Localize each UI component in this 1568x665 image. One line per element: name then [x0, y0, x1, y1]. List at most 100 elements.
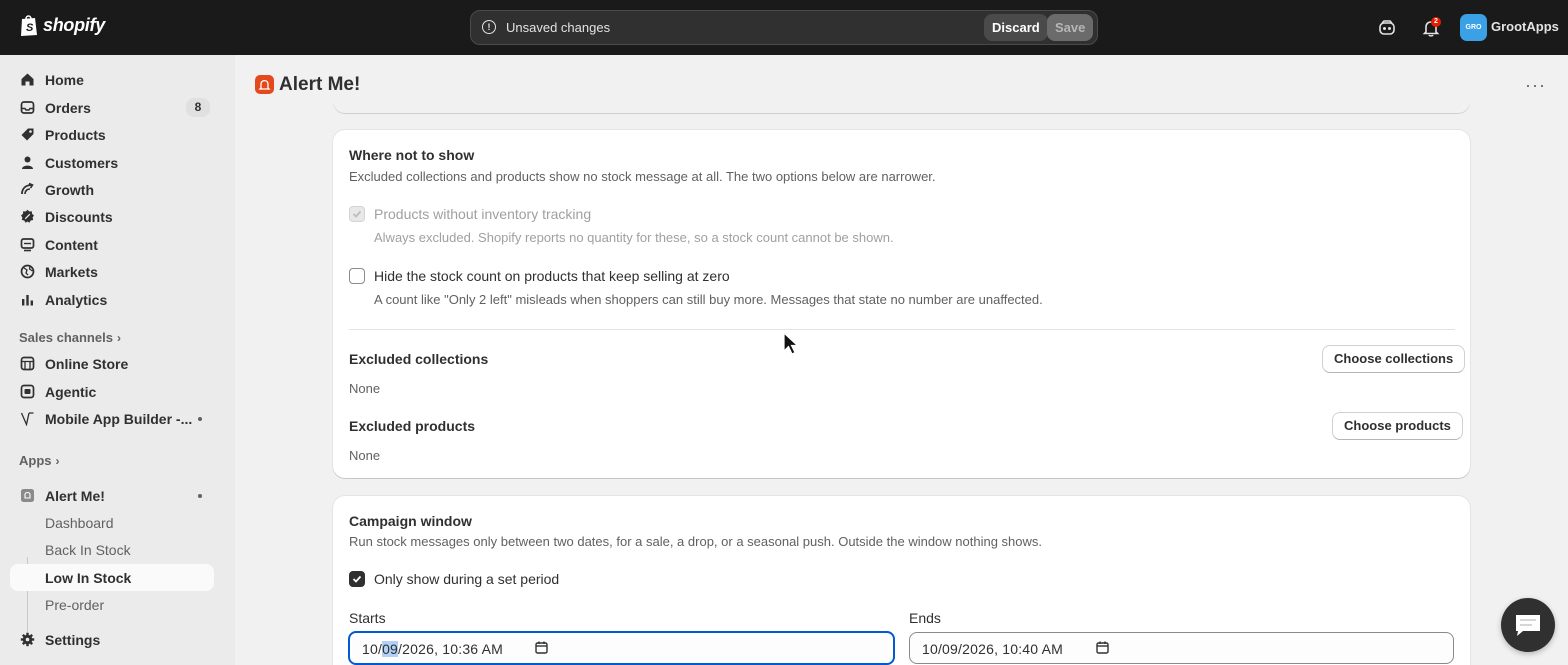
sidebar-subitem-dashboard[interactable]: Dashboard [10, 509, 214, 536]
sidebar-item-label: Growth [45, 182, 94, 198]
more-actions-button[interactable]: ··· [1525, 75, 1546, 96]
home-icon [21, 73, 34, 86]
starts-value: 10/09/2026, 10:36 AM [362, 641, 504, 657]
sidebar-item-label: Analytics [45, 292, 108, 308]
subitem-label: Dashboard [45, 515, 114, 531]
sidebar-item-label: Discounts [45, 209, 113, 225]
where-not-to-show-card: Where not to show Excluded collections a… [333, 130, 1470, 478]
subitem-label: Back In Stock [45, 542, 131, 558]
sidebar-item-growth[interactable]: Growth [10, 176, 214, 203]
starts-datetime-input[interactable]: 10/09/2026, 10:36 AM [348, 631, 895, 665]
choose-collections-button[interactable]: Choose collections [1322, 345, 1466, 373]
sidebar-item-alert-me[interactable]: Alert Me! [10, 482, 214, 509]
divider [349, 329, 1455, 330]
sidebar-item-label: Agentic [45, 384, 97, 400]
sidebar-item-label: Online Store [45, 356, 129, 372]
alert-me-app-icon [255, 75, 274, 94]
shopify-logo[interactable]: S shopify [19, 14, 105, 37]
hide-stock-count-checkbox[interactable] [349, 268, 365, 284]
sidebar-subitem-back-in-stock[interactable]: Back In Stock [10, 536, 214, 563]
excluded-products-value: None [349, 448, 381, 463]
top-bar: S shopify ! Unsaved changes Discard Save… [0, 0, 1568, 55]
page-title: Alert Me! [279, 74, 361, 95]
card-title: Campaign window [349, 513, 472, 529]
mouse-cursor-icon [783, 332, 799, 355]
globe-icon [20, 264, 35, 279]
chart-icon [22, 295, 33, 306]
sidebar-item-settings[interactable]: Settings [10, 626, 214, 653]
calendar-icon[interactable] [535, 641, 548, 654]
subitem-label: Pre-order [45, 597, 105, 610]
ends-label: Ends [909, 610, 941, 626]
sidekick-icon[interactable] [1377, 18, 1397, 38]
gear-icon [20, 632, 35, 647]
chat-icon [1516, 615, 1540, 636]
excluded-products-title: Excluded products [349, 418, 476, 434]
pin-dot [198, 494, 202, 498]
sales-channels-heading[interactable]: Sales channels › [19, 330, 121, 345]
orders-count-badge: 8 [186, 98, 210, 117]
pin-dot [198, 417, 202, 421]
sidebar-item-label: Customers [45, 155, 119, 171]
only-set-period-label[interactable]: Only show during a set period [374, 571, 559, 587]
svg-text:S: S [26, 22, 34, 34]
sidebar-item-products[interactable]: Products [10, 121, 214, 148]
sidebar-item-label: Alert Me! [45, 488, 105, 504]
only-set-period-checkbox[interactable] [349, 571, 365, 587]
apps-heading[interactable]: Apps › [19, 453, 60, 468]
hide-stock-count-label[interactable]: Hide the stock count on products that ke… [374, 268, 730, 284]
unsaved-changes-bar: ! Unsaved changes Discard Save [470, 10, 1098, 45]
excluded-collections-value: None [349, 381, 381, 396]
sidebar-subitem-pre-order[interactable]: Pre-order [10, 591, 214, 610]
subitem-label: Low In Stock [45, 570, 132, 586]
sidebar-item-label: Home [45, 72, 84, 88]
store-icon [20, 356, 35, 371]
sidebar-subitem-low-in-stock[interactable]: Low In Stock [10, 564, 214, 591]
sidebar-item-analytics[interactable]: Analytics [10, 286, 214, 313]
card-description: Excluded collections and products show n… [349, 169, 936, 184]
sidebar-item-mobile-app-builder[interactable]: Mobile App Builder -... [10, 405, 214, 432]
discount-icon [21, 209, 34, 223]
hide-stock-count-help: A count like "Only 2 left" misleads when… [374, 292, 1043, 307]
card-description: Run stock messages only between two date… [349, 534, 1043, 549]
chevron-right-icon: › [116, 330, 121, 345]
save-button[interactable]: Save [1047, 14, 1094, 41]
campaign-window-card: Campaign window Run stock messages only … [333, 496, 1470, 665]
person-icon [22, 156, 33, 169]
sidebar-item-discounts[interactable]: Discounts [10, 203, 214, 230]
chevron-right-icon: › [55, 453, 60, 468]
excluded-collections-title: Excluded collections [349, 351, 489, 367]
sidebar-item-label: Products [45, 127, 106, 143]
discard-button[interactable]: Discard [984, 14, 1048, 41]
sidebar-item-online-store[interactable]: Online Store [10, 350, 214, 377]
ends-value: 10/09/2026, 10:40 AM [922, 641, 1063, 657]
sidebar-item-label: Markets [45, 264, 98, 280]
chat-support-button[interactable] [1501, 598, 1555, 652]
sidebar-item-content[interactable]: Content [10, 231, 214, 258]
sidebar-item-orders[interactable]: Orders 8 [10, 94, 214, 121]
sales-channels-label: Sales channels [19, 330, 113, 345]
brand-name: shopify [43, 15, 105, 35]
inventory-tracking-help: Always excluded. Shopify reports no quan… [374, 230, 894, 245]
page-header: Alert Me! ··· [235, 55, 1568, 113]
sidebar-item-customers[interactable]: Customers [10, 149, 214, 176]
inbox-icon [20, 101, 35, 114]
unsaved-message: Unsaved changes [506, 20, 611, 35]
sidebar-item-label: Orders [45, 100, 91, 116]
calendar-icon[interactable] [1096, 641, 1109, 654]
sidebar-item-agentic[interactable]: Agentic [10, 378, 214, 405]
ends-datetime-input[interactable]: 10/09/2026, 10:40 AM [909, 632, 1454, 664]
agentic-icon [20, 384, 35, 399]
tag-icon [21, 128, 34, 141]
sidebar-item-label: Mobile App Builder -... [45, 411, 193, 427]
inventory-tracking-checkbox [349, 206, 365, 222]
avatar[interactable]: GRO [1460, 14, 1487, 41]
growth-icon [21, 182, 34, 195]
sidebar-item-label: Settings [45, 632, 101, 648]
sidebar-item-markets[interactable]: Markets [10, 258, 214, 285]
vajro-icon [20, 412, 34, 426]
store-name[interactable]: GrootApps [1491, 19, 1559, 34]
sidebar: Home Orders 8 Products Customers Growth … [0, 55, 235, 665]
choose-products-button[interactable]: Choose products [1332, 412, 1463, 440]
sidebar-item-home[interactable]: Home [10, 66, 214, 93]
